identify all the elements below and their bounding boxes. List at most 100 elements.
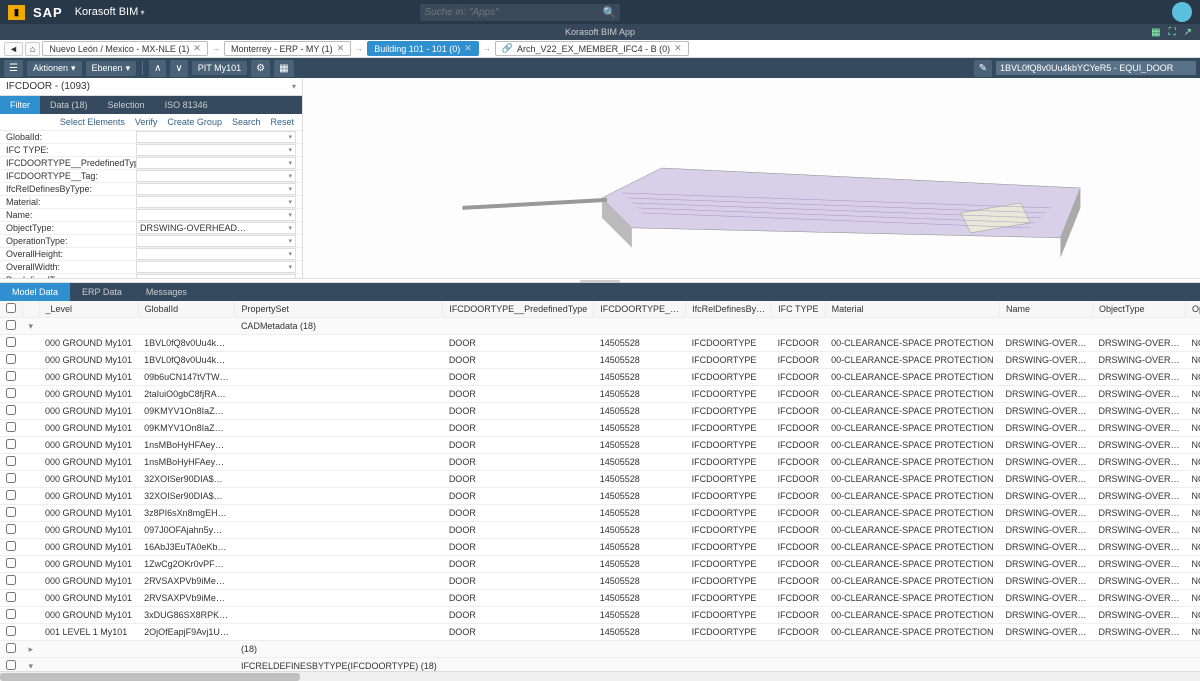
- pit-button[interactable]: PIT My101: [192, 61, 247, 75]
- row-checkbox[interactable]: [6, 388, 16, 398]
- expand-icon[interactable]: ⛶: [1169, 27, 1176, 38]
- nav-home-button[interactable]: ⌂: [25, 42, 40, 56]
- sidebar-tab-filter[interactable]: Filter: [0, 96, 40, 114]
- row-checkbox[interactable]: [6, 507, 16, 517]
- layout-icon[interactable]: ▦: [1151, 27, 1160, 38]
- up-button[interactable]: ∧: [149, 60, 166, 77]
- row-checkbox[interactable]: [6, 558, 16, 568]
- filter-select[interactable]: ▾: [136, 235, 296, 247]
- search-input[interactable]: [424, 7, 598, 18]
- table-row[interactable]: 000 GROUND My1012RVSAXPVb9iMe…DOOR145055…: [0, 590, 1200, 607]
- table-row[interactable]: 000 GROUND My101097J0OFAjahn5y…DOOR14505…: [0, 522, 1200, 539]
- table-row[interactable]: 000 GROUND My1011nsMBoHyHFAey…DOOR145055…: [0, 454, 1200, 471]
- column-header[interactable]: IFCDOORTYPE_…: [594, 301, 686, 318]
- row-checkbox[interactable]: [6, 337, 16, 347]
- row-checkbox[interactable]: [6, 456, 16, 466]
- bc-item-1[interactable]: Monterrey - ERP - MY (1)✕: [224, 41, 351, 56]
- row-checkbox[interactable]: [6, 320, 16, 330]
- table-row[interactable]: 000 GROUND My1012RVSAXPVb9iMe…DOOR145055…: [0, 573, 1200, 590]
- table-row[interactable]: 000 GROUND My10116AbJ3EuTA0eKb…DOOR14505…: [0, 539, 1200, 556]
- search-icon[interactable]: 🔍: [599, 6, 617, 19]
- table-row[interactable]: 000 GROUND My1013z8PI6sXn8mgEH…DOOR14505…: [0, 505, 1200, 522]
- table-row[interactable]: 000 GROUND My1012taIuiO0gbC8fjRA…DOOR145…: [0, 386, 1200, 403]
- select-all-checkbox[interactable]: [6, 303, 16, 313]
- filter-select[interactable]: ▾: [136, 183, 296, 195]
- column-header[interactable]: [0, 301, 23, 318]
- column-header[interactable]: OperationType: [1185, 301, 1200, 318]
- 3d-viewer[interactable]: [303, 78, 1200, 278]
- row-checkbox[interactable]: [6, 405, 16, 415]
- close-icon[interactable]: ✕: [674, 43, 682, 54]
- action-reset[interactable]: Reset: [270, 117, 294, 127]
- group-row[interactable]: ▾CADMetadata (18): [0, 318, 1200, 335]
- table-row[interactable]: 000 GROUND My10109KMYV1On8IaZ…DOOR145055…: [0, 420, 1200, 437]
- down-button[interactable]: ∨: [170, 60, 187, 77]
- search-box[interactable]: 🔍: [420, 4, 620, 21]
- filter-select[interactable]: ▾: [136, 196, 296, 208]
- horizontal-scrollbar[interactable]: [0, 671, 1200, 681]
- action-verify[interactable]: Verify: [135, 117, 158, 127]
- splitter[interactable]: [0, 278, 1200, 283]
- close-icon[interactable]: ✕: [464, 43, 472, 54]
- column-header[interactable]: IFCDOORTYPE__PredefinedType: [443, 301, 594, 318]
- bc-item-3[interactable]: 🔗Arch_V22_EX_MEMBER_IFC4 - B (0)✕: [495, 41, 689, 56]
- tab-erp-data[interactable]: ERP Data: [70, 283, 134, 301]
- code-input[interactable]: [996, 61, 1196, 75]
- row-checkbox[interactable]: [6, 422, 16, 432]
- bc-item-0[interactable]: Nuevo León / Mexico - MX-NLE (1)✕: [42, 41, 208, 56]
- filter-select[interactable]: ▾: [136, 209, 296, 221]
- tab-model-data[interactable]: Model Data: [0, 283, 70, 301]
- aktionen-button[interactable]: Aktionen ▾: [27, 61, 82, 76]
- table-row[interactable]: 000 GROUND My10132XOISer90DIA$…DOOR14505…: [0, 471, 1200, 488]
- filter-select[interactable]: ▾: [136, 131, 296, 143]
- row-checkbox[interactable]: [6, 643, 16, 653]
- table-row[interactable]: 001 LEVEL 1 My1012OjOfEapjF9Avj1U…DOOR14…: [0, 624, 1200, 641]
- row-checkbox[interactable]: [6, 490, 16, 500]
- avatar[interactable]: [1172, 2, 1192, 22]
- sidebar-tab-selection[interactable]: Selection: [98, 96, 155, 114]
- row-checkbox[interactable]: [6, 592, 16, 602]
- bc-item-2[interactable]: Building 101 - 101 (0)✕: [367, 41, 479, 56]
- filter-select[interactable]: ▾: [136, 157, 296, 169]
- row-checkbox[interactable]: [6, 371, 16, 381]
- table-row[interactable]: 000 GROUND My10109KMYV1On8IaZ…DOOR145055…: [0, 403, 1200, 420]
- table-row[interactable]: 000 GROUND My10132XOISer90DIA$…DOOR14505…: [0, 488, 1200, 505]
- row-checkbox[interactable]: [6, 609, 16, 619]
- group-row[interactable]: ▾IFCRELDEFINESBYTYPE(IFCDOORTYPE) (18): [0, 658, 1200, 672]
- sidebar-tab-iso[interactable]: ISO 81346: [155, 96, 218, 114]
- row-checkbox[interactable]: [6, 439, 16, 449]
- column-header[interactable]: IfcRelDefinesBy…: [686, 301, 772, 318]
- table-row[interactable]: 000 GROUND My10109b6uCN147tVTW…DOOR14505…: [0, 369, 1200, 386]
- filter-select[interactable]: DRSWING-OVERHEAD…▾: [136, 222, 296, 234]
- close-icon[interactable]: ✕: [193, 43, 201, 54]
- row-checkbox[interactable]: [6, 541, 16, 551]
- row-checkbox[interactable]: [6, 575, 16, 585]
- filter-select[interactable]: ▾: [136, 144, 296, 156]
- tab-messages[interactable]: Messages: [134, 283, 199, 301]
- filter-select[interactable]: ▾: [136, 170, 296, 182]
- filter-select[interactable]: ▾: [136, 261, 296, 273]
- nav-back-button[interactable]: ◄: [4, 42, 23, 56]
- export-icon[interactable]: ↗: [1184, 27, 1192, 38]
- table-row[interactable]: 000 GROUND My1011ZwCg2OKr0vPF…DOOR145055…: [0, 556, 1200, 573]
- action-create-group[interactable]: Create Group: [167, 117, 222, 127]
- row-checkbox[interactable]: [6, 354, 16, 364]
- action-search[interactable]: Search: [232, 117, 261, 127]
- group-row[interactable]: ▸(18): [0, 641, 1200, 658]
- column-header[interactable]: IFC TYPE: [772, 301, 826, 318]
- data-grid[interactable]: _LevelGlobalIdPropertySetIFCDOORTYPE__Pr…: [0, 301, 1200, 671]
- filter-select[interactable]: ▾: [136, 248, 296, 260]
- column-header[interactable]: PropertySet: [235, 301, 443, 318]
- table-row[interactable]: 000 GROUND My1011nsMBoHyHFAey…DOOR145055…: [0, 437, 1200, 454]
- row-checkbox[interactable]: [6, 524, 16, 534]
- column-header[interactable]: _Level: [39, 301, 138, 318]
- row-checkbox[interactable]: [6, 473, 16, 483]
- column-header[interactable]: Material: [825, 301, 999, 318]
- table-row[interactable]: 000 GROUND My1011BVL0fQ8v0Uu4k…DOOR14505…: [0, 352, 1200, 369]
- column-header[interactable]: [23, 301, 40, 318]
- row-checkbox[interactable]: [6, 626, 16, 636]
- column-header[interactable]: Name: [999, 301, 1092, 318]
- menu-button[interactable]: ☰: [4, 60, 23, 77]
- gear-button[interactable]: ⚙: [251, 60, 270, 77]
- column-header[interactable]: ObjectType: [1092, 301, 1185, 318]
